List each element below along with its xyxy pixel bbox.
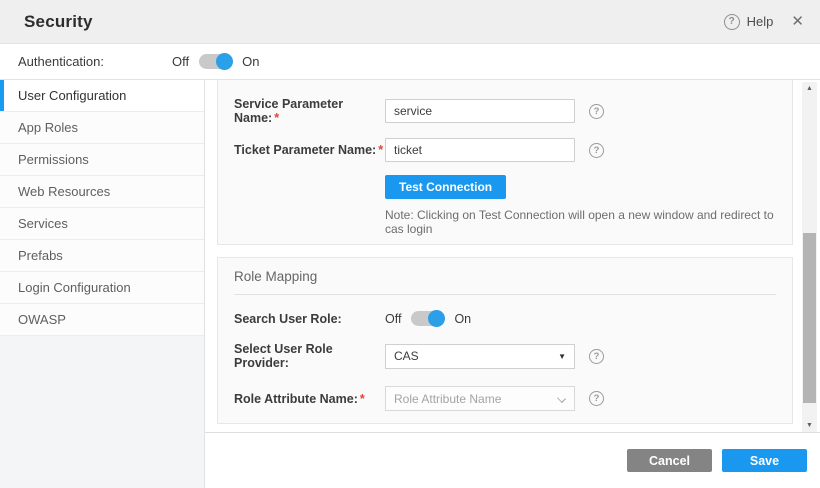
footer-bar: Cancel Save: [205, 432, 820, 488]
save-button[interactable]: Save: [722, 449, 807, 472]
sidebar-item-login-configuration[interactable]: Login Configuration: [0, 272, 204, 304]
authentication-row: Authentication: Off On: [0, 44, 820, 80]
role-attribute-label: Role Attribute Name:*: [234, 392, 385, 406]
role-provider-row: Select User Role Provider: CAS ▼ ?: [234, 342, 776, 370]
scroll-area: Service Parameter Name:* ? Ticket Parame…: [205, 80, 820, 432]
role-mapping-divider: [234, 294, 776, 295]
page-title: Security: [24, 12, 93, 32]
scrollbar-thumb[interactable]: [803, 233, 816, 403]
service-parameter-help-icon[interactable]: ?: [589, 104, 604, 119]
scroll-down-arrow-icon[interactable]: ▼: [802, 422, 817, 429]
role-attribute-combobox[interactable]: Role Attribute Name: [385, 386, 575, 411]
test-connection-note: Note: Clicking on Test Connection will o…: [385, 208, 776, 236]
select-caret-icon: ▼: [558, 352, 566, 361]
role-mapping-panel: Role Mapping Search User Role: Off On: [217, 257, 793, 424]
help-link[interactable]: Help: [747, 14, 774, 29]
service-parameter-row: Service Parameter Name:* ?: [234, 97, 776, 125]
ticket-parameter-row: Ticket Parameter Name:* ?: [234, 138, 776, 162]
vertical-scrollbar[interactable]: ▲ ▼: [802, 82, 817, 432]
dialog-body: User Configuration App Roles Permissions…: [0, 80, 820, 488]
service-parameter-input[interactable]: [385, 99, 575, 123]
search-user-role-off-label: Off: [385, 312, 401, 326]
authentication-toggle-knob: [216, 53, 233, 70]
sidebar-item-permissions[interactable]: Permissions: [0, 144, 204, 176]
sidebar: User Configuration App Roles Permissions…: [0, 80, 205, 488]
search-user-role-toggle-knob: [428, 310, 445, 327]
test-connection-button[interactable]: Test Connection: [385, 175, 506, 199]
titlebar: Security ? Help ✕: [0, 0, 820, 44]
sidebar-item-app-roles[interactable]: App Roles: [0, 112, 204, 144]
sidebar-item-prefabs[interactable]: Prefabs: [0, 240, 204, 272]
sidebar-item-owasp[interactable]: OWASP: [0, 304, 204, 336]
sidebar-item-web-resources[interactable]: Web Resources: [0, 176, 204, 208]
role-attribute-placeholder: Role Attribute Name: [394, 392, 501, 406]
role-provider-selected-value: CAS: [394, 349, 419, 363]
service-parameter-label: Service Parameter Name:*: [234, 97, 385, 125]
scroll-up-arrow-icon[interactable]: ▲: [802, 85, 817, 92]
role-provider-label: Select User Role Provider:: [234, 342, 385, 370]
cancel-button[interactable]: Cancel: [627, 449, 712, 472]
required-asterisk: *: [274, 111, 279, 125]
ticket-parameter-label: Ticket Parameter Name:*: [234, 143, 385, 157]
role-mapping-title: Role Mapping: [234, 269, 776, 284]
search-user-role-toggle-group: Off On: [385, 311, 471, 326]
search-user-role-label: Search User Role:: [234, 312, 385, 326]
authentication-toggle[interactable]: [199, 54, 232, 69]
role-provider-select[interactable]: CAS ▼: [385, 344, 575, 369]
help-icon[interactable]: ?: [724, 14, 740, 30]
sidebar-item-services[interactable]: Services: [0, 208, 204, 240]
authentication-off-label: Off: [172, 54, 189, 69]
main-content: Service Parameter Name:* ? Ticket Parame…: [205, 80, 820, 488]
ticket-parameter-help-icon[interactable]: ?: [589, 143, 604, 158]
required-asterisk: *: [378, 143, 383, 157]
search-user-role-toggle[interactable]: [411, 311, 444, 326]
authentication-label: Authentication:: [18, 54, 104, 69]
required-asterisk: *: [360, 392, 365, 406]
search-user-role-on-label: On: [454, 312, 471, 326]
ticket-parameter-input[interactable]: [385, 138, 575, 162]
role-provider-help-icon[interactable]: ?: [589, 349, 604, 364]
security-dialog: Security ? Help ✕ Authentication: Off On…: [0, 0, 820, 488]
connection-panel: Service Parameter Name:* ? Ticket Parame…: [217, 80, 793, 245]
search-user-role-row: Search User Role: Off On: [234, 311, 776, 326]
sidebar-item-user-configuration[interactable]: User Configuration: [0, 80, 204, 112]
role-attribute-row: Role Attribute Name:* Role Attribute Nam…: [234, 386, 776, 411]
chevron-down-icon: [557, 394, 566, 403]
role-attribute-help-icon[interactable]: ?: [589, 391, 604, 406]
close-icon[interactable]: ✕: [791, 14, 804, 29]
authentication-on-label: On: [242, 54, 259, 69]
